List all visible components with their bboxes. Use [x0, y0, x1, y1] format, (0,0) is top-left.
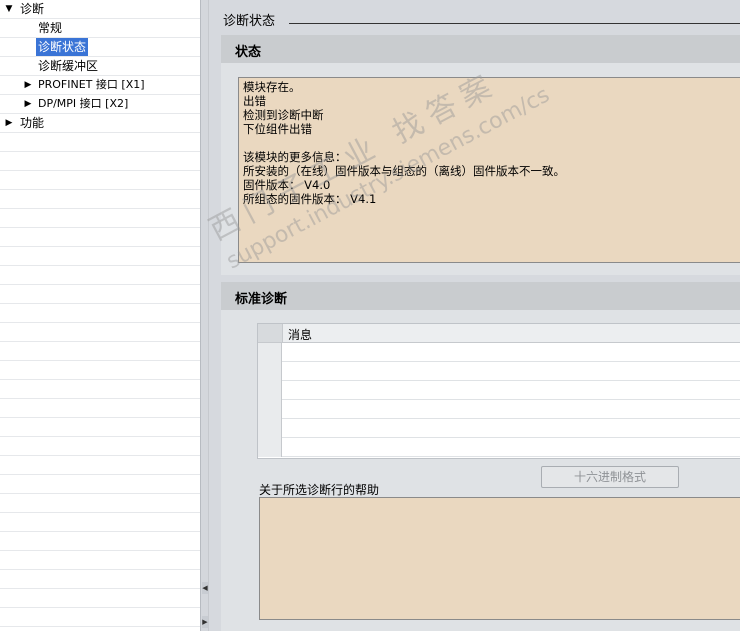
tree-empty-row	[0, 627, 200, 631]
tree-item-label: PROFINET 接口 [X1]	[38, 78, 145, 91]
row-header[interactable]	[258, 419, 282, 438]
properties-pane: 诊断状态 状态 模块存在。 出错 检测到诊断中断 下位组件出错 该模块的更多信息： 所安…	[209, 0, 740, 631]
diagnostics-message-table[interactable]: 消息	[257, 323, 740, 459]
tree-empty-row	[0, 437, 200, 456]
tree-empty-row	[0, 532, 200, 551]
collapse-left-icon[interactable]: ◀	[202, 582, 208, 594]
chevron-right-icon[interactable]: ▶	[23, 76, 33, 94]
section-title: 诊断状态	[223, 14, 276, 29]
tree-item-dp-mpi[interactable]: ▶ DP/MPI 接口 [X2]	[0, 95, 200, 114]
tree-empty-row	[0, 399, 200, 418]
table-row[interactable]	[258, 381, 740, 400]
tree-empty-row	[0, 342, 200, 361]
tree-item-diagnostics[interactable]: ▼ 诊断	[0, 0, 200, 19]
table-row[interactable]	[258, 362, 740, 381]
row-header[interactable]	[258, 381, 282, 400]
table-row[interactable]	[258, 400, 740, 419]
status-line: 所组态的固件版本： V4.1	[243, 192, 377, 206]
tree-item-label: 功能	[20, 116, 45, 130]
row-header[interactable]	[258, 438, 282, 457]
panel-splitter[interactable]: ◀ ▶	[200, 0, 209, 631]
status-panel: 状态 模块存在。 出错 检测到诊断中断 下位组件出错 该模块的更多信息： 所安装的（在线…	[221, 35, 740, 275]
table-corner	[258, 324, 283, 342]
expand-right-icon[interactable]: ▶	[202, 616, 208, 628]
status-line: 固件版本： V4.0	[243, 178, 331, 192]
table-row[interactable]	[258, 419, 740, 438]
tree-empty-row	[0, 190, 200, 209]
status-panel-title: 状态	[235, 45, 262, 60]
hex-format-button[interactable]: 十六进制格式	[541, 466, 679, 488]
tree-empty-row	[0, 323, 200, 342]
table-row[interactable]	[258, 343, 740, 362]
tree-item-label: 诊断	[20, 2, 45, 16]
help-label: 关于所选诊断行的帮助	[259, 483, 380, 497]
tree-item-label: 常规	[38, 21, 63, 35]
chevron-right-icon[interactable]: ▶	[4, 114, 14, 132]
status-line: 模块存在。	[243, 80, 301, 94]
row-header[interactable]	[258, 400, 282, 419]
row-header[interactable]	[258, 343, 282, 362]
tree-empty-row	[0, 247, 200, 266]
tree-item-general[interactable]: 常规	[0, 19, 200, 38]
row-header[interactable]	[258, 362, 282, 381]
tree-empty-row	[0, 570, 200, 589]
tree-empty-row	[0, 304, 200, 323]
tree-item-label-selected: 诊断状态	[36, 38, 89, 56]
tree-empty-row	[0, 209, 200, 228]
status-line: 该模块的更多信息：	[243, 150, 347, 164]
status-line: 检测到诊断中断	[243, 108, 324, 122]
table-header: 消息	[258, 324, 740, 343]
tree-empty-row	[0, 608, 200, 627]
tree-item-label: DP/MPI 接口 [X2]	[38, 97, 129, 110]
tree-empty-row	[0, 418, 200, 437]
status-textbox[interactable]: 模块存在。 出错 检测到诊断中断 下位组件出错 该模块的更多信息： 所安装的（在线）固件…	[238, 77, 740, 263]
tree-item-diagnostic-status[interactable]: 诊断状态	[0, 38, 200, 57]
navigation-tree: ▼ 诊断 常规 诊断状态 诊断缓冲区 ▶ PROFINET 接口 [X1] ▶ …	[0, 0, 200, 631]
status-line: 出错	[243, 94, 266, 108]
tree-empty-row	[0, 285, 200, 304]
tree-empty-row	[0, 228, 200, 247]
status-line	[243, 136, 740, 150]
tree-item-label: 诊断缓冲区	[38, 59, 99, 73]
column-header-message[interactable]: 消息	[288, 326, 312, 343]
tree-empty-row	[0, 456, 200, 475]
tree-empty-row	[0, 152, 200, 171]
tree-empty-row	[0, 171, 200, 190]
tree-item-diagnostic-buffer[interactable]: 诊断缓冲区	[0, 57, 200, 76]
tree-empty-row	[0, 475, 200, 494]
table-row[interactable]	[258, 438, 740, 457]
section-divider	[289, 23, 740, 24]
tree-empty-row	[0, 380, 200, 399]
tree-empty-row	[0, 361, 200, 380]
tree-empty-row	[0, 133, 200, 152]
chevron-down-icon[interactable]: ▼	[4, 0, 14, 18]
help-textbox[interactable]	[259, 497, 740, 620]
chevron-right-icon[interactable]: ▶	[23, 95, 33, 113]
status-line: 下位组件出错	[243, 122, 312, 136]
tree-item-functions[interactable]: ▶ 功能	[0, 114, 200, 133]
status-line: 所安装的（在线）固件版本与组态的（离线）固件版本不一致。	[243, 164, 565, 178]
tree-empty-row	[0, 589, 200, 608]
tree-empty-row	[0, 513, 200, 532]
tree-empty-row	[0, 266, 200, 285]
tree-item-profinet[interactable]: ▶ PROFINET 接口 [X1]	[0, 76, 200, 95]
tree-empty-row	[0, 494, 200, 513]
tree-empty-row	[0, 551, 200, 570]
standard-diagnostics-title: 标准诊断	[235, 292, 288, 307]
